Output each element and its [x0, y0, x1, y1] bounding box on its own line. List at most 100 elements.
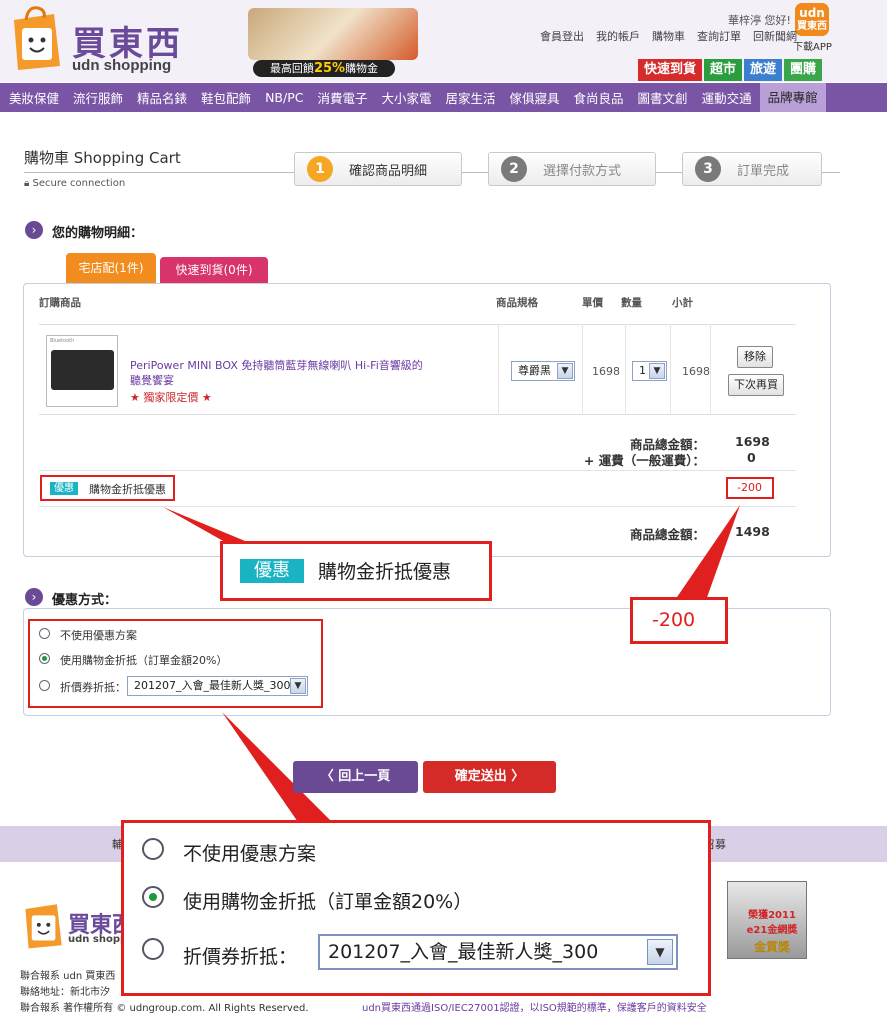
radio-coupon[interactable]	[39, 680, 50, 691]
user-greeting: 華梓渟 您好!	[728, 14, 791, 27]
zoom-option-label: 不使用優惠方案	[183, 843, 317, 865]
option-label: 折價券折抵：	[60, 681, 126, 694]
promo-banner-image[interactable]	[248, 8, 418, 60]
option-label: 不使用優惠方案	[60, 629, 137, 642]
item-subtotal: 1698	[682, 365, 710, 378]
step-number: 1	[307, 156, 333, 182]
channel-pills: 快速到貨 超市 旅遊 團購	[638, 59, 823, 81]
nav-item[interactable]: NB/PC	[265, 90, 303, 105]
cell-divider	[710, 324, 711, 415]
app-download-icon[interactable]: udn 買東西	[795, 3, 829, 36]
lock-icon: 🔒︎	[24, 178, 33, 189]
coupon-select[interactable]: 201207_入會_最佳新人獎_300 ▼	[127, 676, 308, 696]
pill-fast-delivery[interactable]: 快速到貨	[638, 59, 703, 81]
callout-text: 購物金折抵優惠	[318, 561, 452, 583]
news-link[interactable]: 回新聞網	[753, 28, 797, 44]
product-tag: ★ 獨家限定價 ★	[130, 391, 212, 404]
step-number: 3	[695, 156, 721, 182]
nav-item-brand[interactable]: 品牌專館	[759, 83, 826, 112]
category-nav: 美妝保健 流行服飾 精品名錶 鞋包配飾 NB/PC 消費電子 大小家電 居家生活…	[0, 83, 887, 112]
chevron-right-icon: ›	[25, 588, 43, 606]
cell-divider	[670, 324, 671, 415]
final-total-label: 商品總金額：	[629, 527, 705, 542]
zoom-radio-coupon	[142, 938, 164, 960]
discount-badge: 優惠	[50, 482, 78, 495]
zoom-option-label: 使用購物金折抵（訂單金額20%）	[183, 891, 473, 913]
radio-shopping-credit[interactable]	[39, 653, 50, 664]
nav-item[interactable]: 傢俱寢具	[510, 88, 560, 107]
row-divider	[39, 470, 796, 471]
product-name-link[interactable]: PeriPower MINI BOX 免持聽筒藍芽無線喇叭 Hi-Fi音響級的聽…	[130, 358, 430, 388]
step-payment: 2 選擇付款方式	[488, 152, 656, 186]
option-label: 使用購物金折抵（訂單金額20%）	[60, 654, 228, 667]
award-text-1: 榮獲2011	[748, 910, 796, 921]
chevron-down-icon: ▼	[647, 939, 673, 965]
discount-value: -200	[737, 481, 762, 494]
step-confirm: 1 確認商品明細	[294, 152, 462, 186]
logo-subtext[interactable]: udn shopping	[72, 57, 171, 74]
step-label: 確認商品明細	[349, 163, 428, 179]
chevron-down-icon: ▼	[557, 363, 573, 379]
step-label: 訂單完成	[737, 163, 790, 179]
cart-link[interactable]: 購物車	[652, 28, 685, 44]
nav-item[interactable]: 居家生活	[446, 88, 496, 107]
zoom-option-label: 折價券折抵：	[183, 946, 298, 968]
unit-price: 1698	[592, 365, 620, 378]
tab-fast-delivery[interactable]: 快速到貨(0件)	[160, 257, 268, 283]
footer-copyright: 聯合報系 著作權所有 © udngroup.com. All Rights Re…	[20, 1003, 309, 1014]
nav-item[interactable]: 食尚良品	[574, 88, 624, 107]
remove-button[interactable]: 移除	[737, 346, 773, 368]
promo-banner-caption[interactable]: 最高回饋25%購物金	[253, 60, 395, 77]
top-links: 會員登出 我的帳戶 購物車 查詢訂單 回新聞網	[540, 28, 797, 44]
nav-item[interactable]: 消費電子	[317, 88, 367, 107]
submit-button[interactable]: 確定送出 〉	[423, 761, 556, 793]
app-download-label[interactable]: 下載APP	[793, 38, 832, 53]
spec-select[interactable]: 尊爵黑 ▼	[511, 361, 575, 381]
row-divider	[39, 506, 796, 507]
logo-bag-icon[interactable]	[8, 6, 62, 72]
cart-section-label: 您的購物明細：	[52, 226, 144, 241]
secure-connection: 🔒︎ Secure connection	[24, 178, 126, 189]
account-link[interactable]: 我的帳戶	[596, 28, 640, 44]
discount-text: 購物金折抵優惠	[89, 483, 166, 496]
callout-badge: 優惠	[240, 559, 304, 583]
chevron-right-icon: ›	[25, 221, 43, 239]
prev-page-button[interactable]: 〈 回上一頁	[293, 761, 418, 793]
cell-divider	[582, 324, 583, 415]
chevron-down-icon: ▼	[290, 678, 306, 694]
nav-item[interactable]: 美妝保健	[9, 88, 59, 107]
qty-select[interactable]: 1 ▼	[632, 361, 667, 381]
save-for-later-button[interactable]: 下次再買	[728, 374, 784, 396]
callout-value: -200	[652, 609, 696, 631]
speaker-picture	[51, 350, 114, 390]
nav-item[interactable]: 大小家電	[381, 88, 431, 107]
logout-link[interactable]: 會員登出	[540, 28, 584, 44]
col-header-product: 訂購商品	[39, 297, 81, 309]
final-total-value: 1498	[735, 524, 770, 539]
nav-item[interactable]: 圖書文創	[638, 88, 688, 107]
nav-item[interactable]: 精品名錶	[137, 88, 187, 107]
pill-travel[interactable]: 旅遊	[744, 59, 783, 81]
step-complete: 3 訂單完成	[682, 152, 822, 186]
chevron-down-icon: ▼	[649, 363, 665, 379]
pill-supermarket[interactable]: 超市	[704, 59, 743, 81]
total-value: 1698	[735, 434, 770, 449]
pill-group-buy[interactable]: 團購	[784, 59, 823, 81]
tab-home-delivery[interactable]: 宅店配(1件)	[66, 253, 156, 283]
offers-section-label: 優惠方式：	[52, 593, 118, 608]
footer-logo-bag-icon[interactable]	[20, 898, 64, 950]
orders-link[interactable]: 查詢訂單	[697, 28, 741, 44]
col-header-subtotal: 小計	[672, 297, 693, 309]
zoom-coupon-select: 201207_入會_最佳新人獎_300 ▼	[318, 934, 678, 970]
nav-item[interactable]: 鞋包配飾	[201, 88, 251, 107]
product-image-label: Bluetooth	[50, 338, 75, 344]
radio-no-offer[interactable]	[39, 628, 50, 639]
nav-item[interactable]: 流行服飾	[73, 88, 123, 107]
nav-item[interactable]: 運動交通	[702, 88, 752, 107]
footer-iso-link[interactable]: udn買東西通過ISO/IEC27001認證，以ISO規範的標準，保護客戶的資料…	[362, 999, 707, 1014]
col-header-qty: 數量	[621, 297, 642, 309]
col-header-price: 單價	[582, 297, 603, 309]
footer-line-2: 聯絡地址：新北市汐	[20, 987, 110, 998]
award-text-3: 金質獎	[753, 940, 790, 954]
col-header-spec: 商品規格	[496, 297, 538, 309]
